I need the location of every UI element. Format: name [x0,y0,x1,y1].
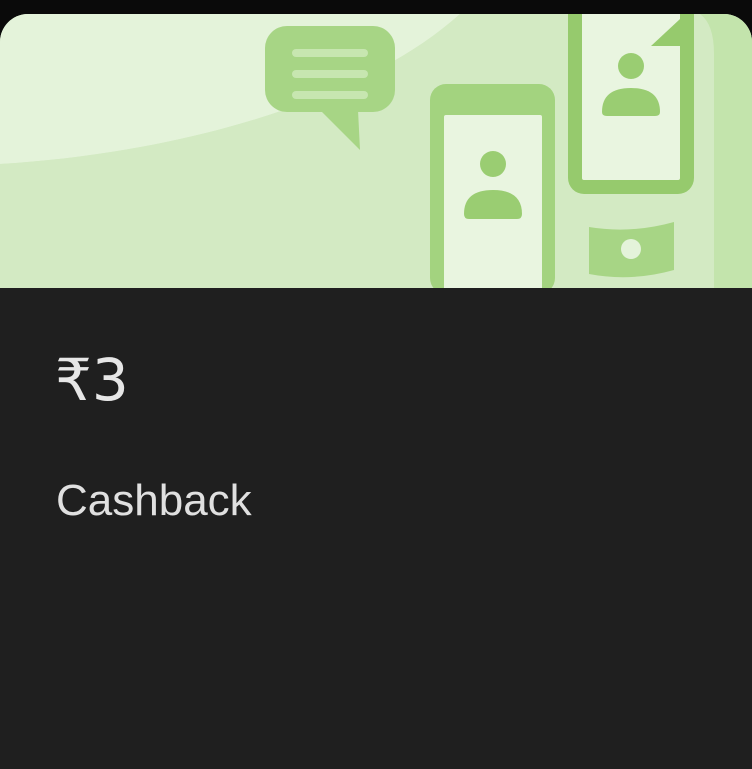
screen: ₹3 Cashback [0,0,752,769]
phone-contact-icon [430,84,555,288]
reward-illustration [0,14,752,288]
reward-type-label: Cashback [56,476,252,525]
illustration-graphic [0,14,752,288]
banknote-icon [589,222,674,278]
phone-contact-icon [568,14,694,194]
reward-card[interactable]: ₹3 Cashback [0,14,752,769]
reward-amount: ₹3 [55,346,129,414]
